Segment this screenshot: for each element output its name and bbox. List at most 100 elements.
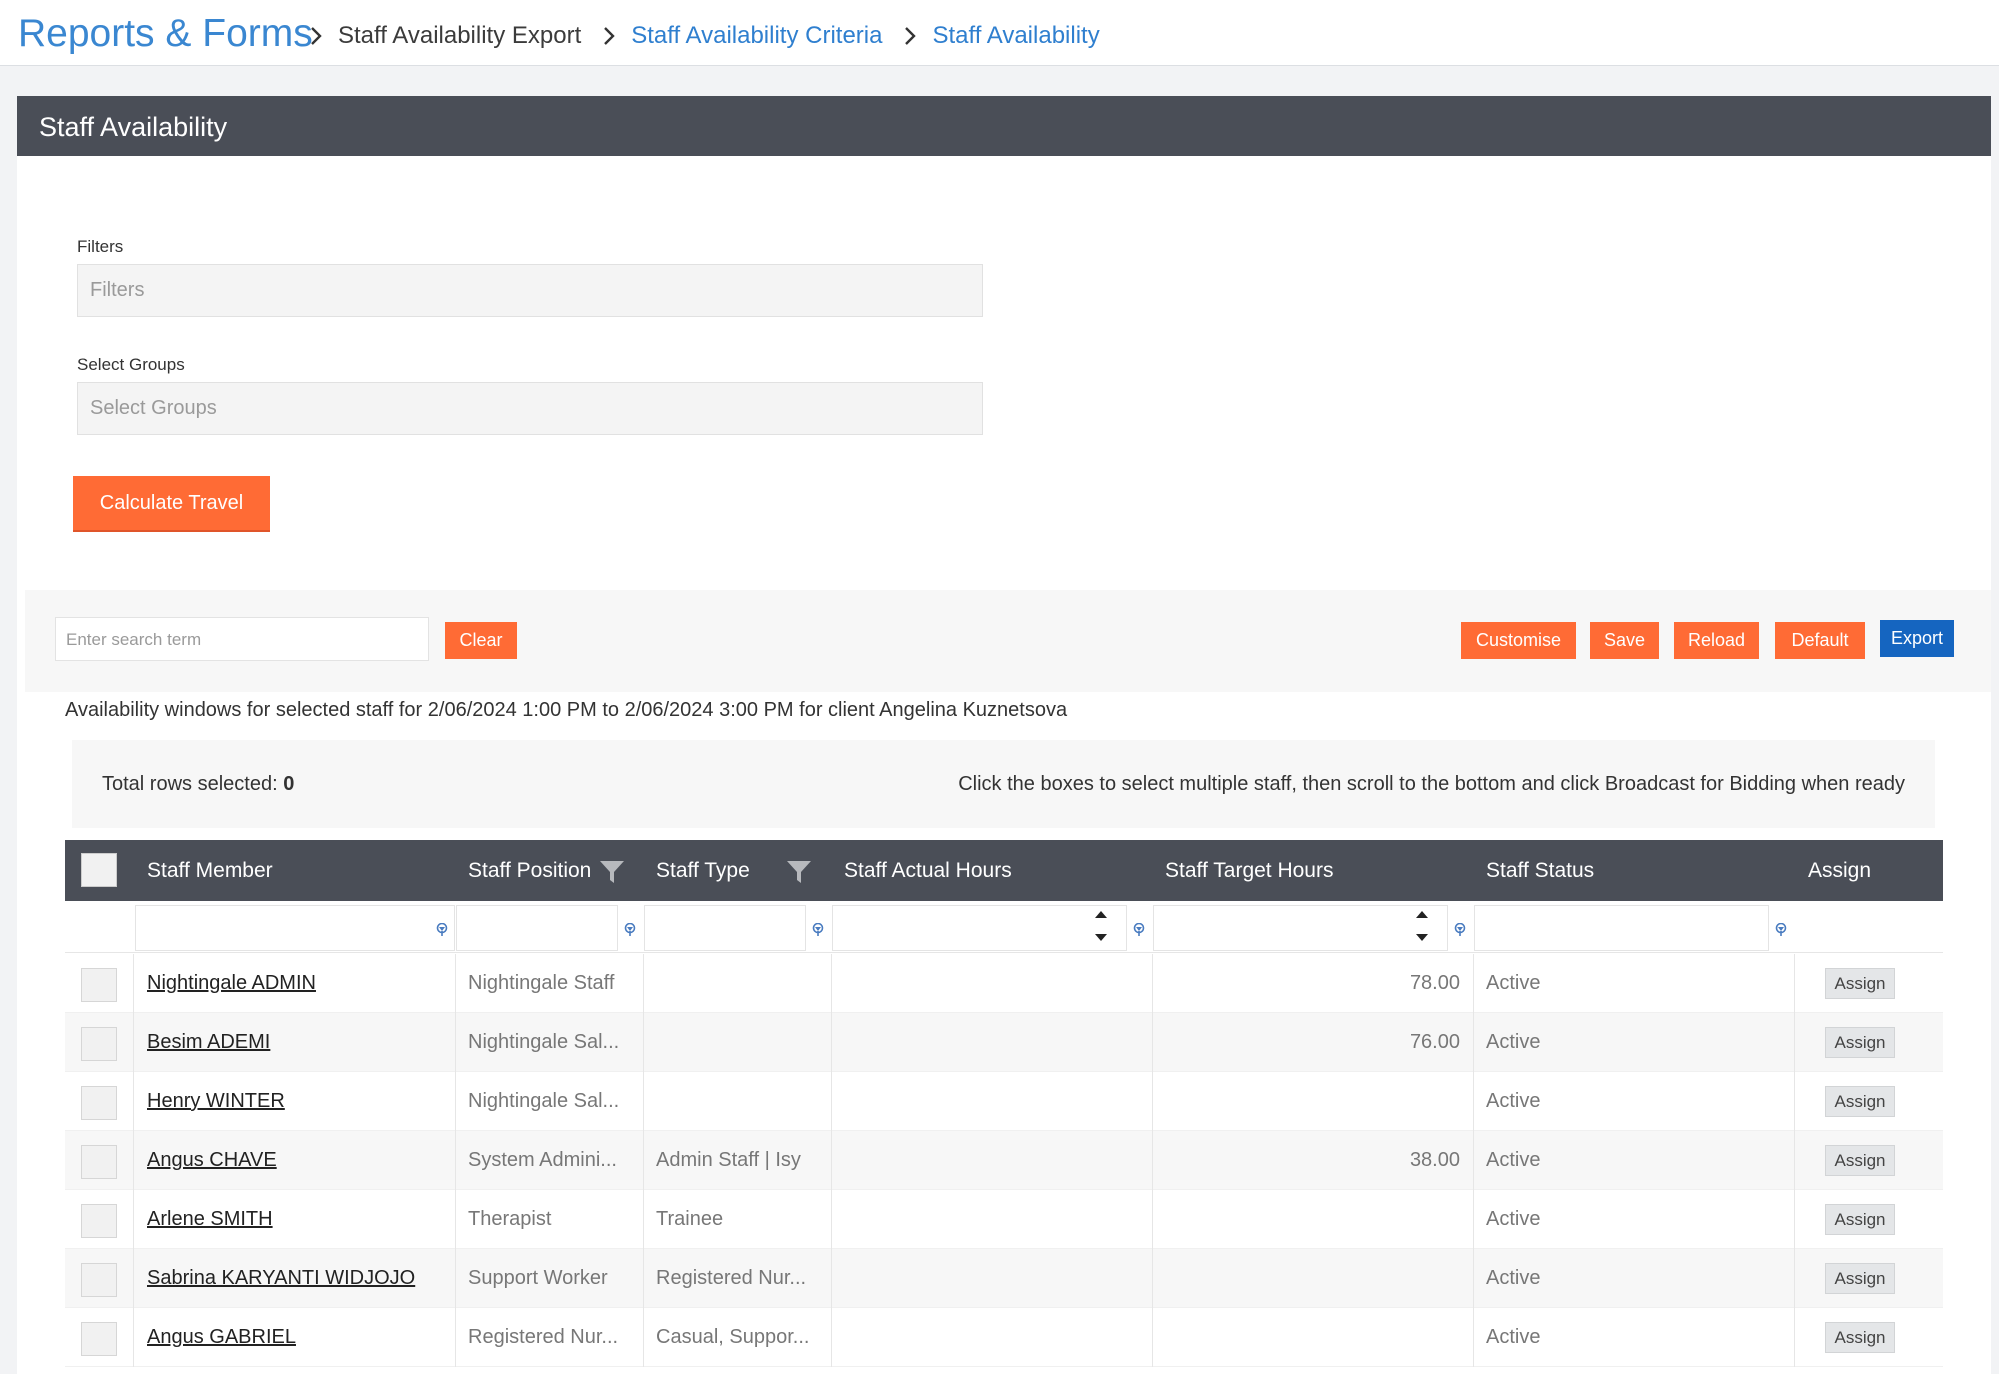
filter-icon[interactable]: [1133, 923, 1145, 937]
staff-member-link[interactable]: Henry WINTER: [147, 1072, 447, 1131]
staff-actual-hours-cell: [844, 1072, 1144, 1131]
staff-member-link[interactable]: Nightingale ADMIN: [147, 954, 447, 1013]
default-button[interactable]: Default: [1775, 622, 1865, 659]
breadcrumb-staff-availability-criteria[interactable]: Staff Availability Criteria: [631, 22, 882, 50]
breadcrumb: Staff Availability Export Staff Availabi…: [310, 22, 1122, 50]
column-divider: [1152, 1308, 1153, 1367]
staff-member-link[interactable]: Sabrina KARYANTI WIDJOJO: [147, 1249, 447, 1308]
staff-status-cell: Active: [1486, 1031, 1541, 1053]
staff-target-hours-filter-input[interactable]: [1153, 905, 1448, 951]
staff-member-link[interactable]: Arlene SMITH: [147, 1190, 447, 1249]
customise-button[interactable]: Customise: [1461, 622, 1576, 659]
column-divider: [455, 1013, 456, 1072]
column-divider: [455, 1190, 456, 1249]
filter-funnel-icon[interactable]: [600, 861, 624, 888]
row-checkbox[interactable]: [81, 1204, 117, 1238]
table-row[interactable]: Sabrina KARYANTI WIDJOJO Support Worker Re…: [65, 1249, 1943, 1308]
column-divider: [133, 1013, 134, 1072]
table-row[interactable]: Henry WINTER Nightingale Sal... Active Assi…: [65, 1072, 1943, 1131]
filter-funnel-icon[interactable]: [787, 861, 811, 888]
staff-member-filter-input[interactable]: [135, 905, 455, 951]
filters-input[interactable]: Filters: [77, 264, 983, 317]
staff-actual-hours-cell: [844, 1131, 1144, 1190]
staff-type-cell: [656, 1072, 826, 1131]
col-staff-actual-hours[interactable]: Staff Actual Hours: [844, 840, 1012, 901]
chevron-right-icon: [310, 26, 322, 46]
col-staff-member[interactable]: Staff Member: [147, 840, 273, 901]
column-divider: [643, 1190, 644, 1249]
column-divider: [831, 1013, 832, 1072]
number-spinner-icon[interactable]: [1415, 909, 1429, 943]
breadcrumb-staff-availability-export[interactable]: Staff Availability Export: [338, 22, 581, 50]
assign-button[interactable]: Assign: [1825, 1145, 1895, 1176]
column-divider: [1473, 1013, 1474, 1072]
select-groups-input[interactable]: Select Groups: [77, 382, 983, 435]
staff-target-hours-cell: [1165, 1308, 1460, 1367]
staff-actual-hours-filter-input[interactable]: [832, 905, 1127, 951]
col-staff-target-hours[interactable]: Staff Target Hours: [1165, 840, 1333, 901]
column-divider: [1794, 954, 1795, 1013]
col-assign: Assign: [1808, 859, 1872, 882]
assign-button[interactable]: Assign: [1825, 1086, 1895, 1117]
total-rows-value: 0: [283, 773, 295, 795]
table-row[interactable]: Angus CHAVE System Admini... Admin Staff |…: [65, 1131, 1943, 1190]
column-divider: [133, 1308, 134, 1367]
app-title[interactable]: Reports & Forms: [18, 12, 313, 56]
staff-actual-hours-cell: [844, 1013, 1144, 1072]
staff-status-cell: Active: [1486, 1326, 1541, 1348]
staff-position-cell: Registered Nur...: [468, 1326, 619, 1348]
breadcrumb-staff-availability[interactable]: Staff Availability: [932, 22, 1099, 50]
filter-row: [65, 901, 1943, 953]
staff-target-hours-cell: [1165, 1190, 1460, 1249]
calculate-travel-button[interactable]: Calculate Travel: [73, 476, 270, 530]
clear-button[interactable]: Clear: [445, 622, 517, 659]
assign-button[interactable]: Assign: [1825, 1263, 1895, 1294]
col-staff-status[interactable]: Staff Status: [1486, 840, 1594, 901]
assign-button[interactable]: Assign: [1825, 1322, 1895, 1353]
reload-button[interactable]: Reload: [1674, 622, 1759, 659]
assign-button[interactable]: Assign: [1825, 968, 1895, 999]
staff-member-link[interactable]: Angus CHAVE: [147, 1131, 447, 1190]
filter-icon[interactable]: [812, 923, 824, 937]
staff-actual-hours-cell: [844, 1249, 1144, 1308]
row-checkbox[interactable]: [81, 1322, 117, 1356]
filter-icon[interactable]: [1454, 923, 1466, 937]
column-divider: [1473, 1131, 1474, 1190]
number-spinner-icon[interactable]: [1094, 909, 1108, 943]
column-divider: [643, 1013, 644, 1072]
staff-position-filter-input[interactable]: [456, 905, 618, 951]
export-button[interactable]: Export: [1880, 620, 1954, 657]
search-input[interactable]: Enter search term: [55, 617, 429, 661]
assign-button[interactable]: Assign: [1825, 1204, 1895, 1235]
row-checkbox[interactable]: [81, 1145, 117, 1179]
staff-position-cell: Nightingale Sal...: [468, 1031, 620, 1053]
column-divider: [455, 1131, 456, 1190]
staff-status-filter-input[interactable]: [1474, 905, 1769, 951]
table-row[interactable]: Arlene SMITH Therapist Trainee Active Assign: [65, 1190, 1943, 1249]
assign-button[interactable]: Assign: [1825, 1027, 1895, 1058]
table-row[interactable]: Angus GABRIEL Registered Nur... Casual, Su…: [65, 1308, 1943, 1367]
total-rows-selected: Total rows selected: 0: [102, 773, 294, 796]
col-staff-type[interactable]: Staff Type: [656, 840, 750, 901]
save-button[interactable]: Save: [1590, 622, 1659, 659]
filter-icon[interactable]: [624, 923, 636, 937]
select-all-checkbox[interactable]: [81, 853, 117, 887]
staff-position-cell: Support Worker: [468, 1267, 608, 1289]
row-checkbox[interactable]: [81, 1263, 117, 1297]
column-divider: [643, 1131, 644, 1190]
col-staff-position[interactable]: Staff Position: [468, 840, 591, 901]
filter-icon[interactable]: [436, 923, 448, 937]
panel-title: Staff Availability: [39, 112, 228, 142]
staff-member-link[interactable]: Angus GABRIEL: [147, 1308, 447, 1367]
staff-type-filter-input[interactable]: [644, 905, 806, 951]
col-staff-type-label: Staff Type: [656, 859, 750, 882]
row-checkbox[interactable]: [81, 968, 117, 1002]
row-checkbox[interactable]: [81, 1027, 117, 1061]
table-row[interactable]: Besim ADEMI Nightingale Sal... 76.00 Active…: [65, 1013, 1943, 1072]
row-checkbox[interactable]: [81, 1086, 117, 1120]
chevron-right-icon: [603, 26, 615, 46]
filter-icon[interactable]: [1775, 923, 1787, 937]
staff-member-link[interactable]: Besim ADEMI: [147, 1013, 447, 1072]
column-divider: [1473, 954, 1474, 1013]
table-row[interactable]: Nightingale ADMIN Nightingale Staff 78.00 A…: [65, 954, 1943, 1013]
